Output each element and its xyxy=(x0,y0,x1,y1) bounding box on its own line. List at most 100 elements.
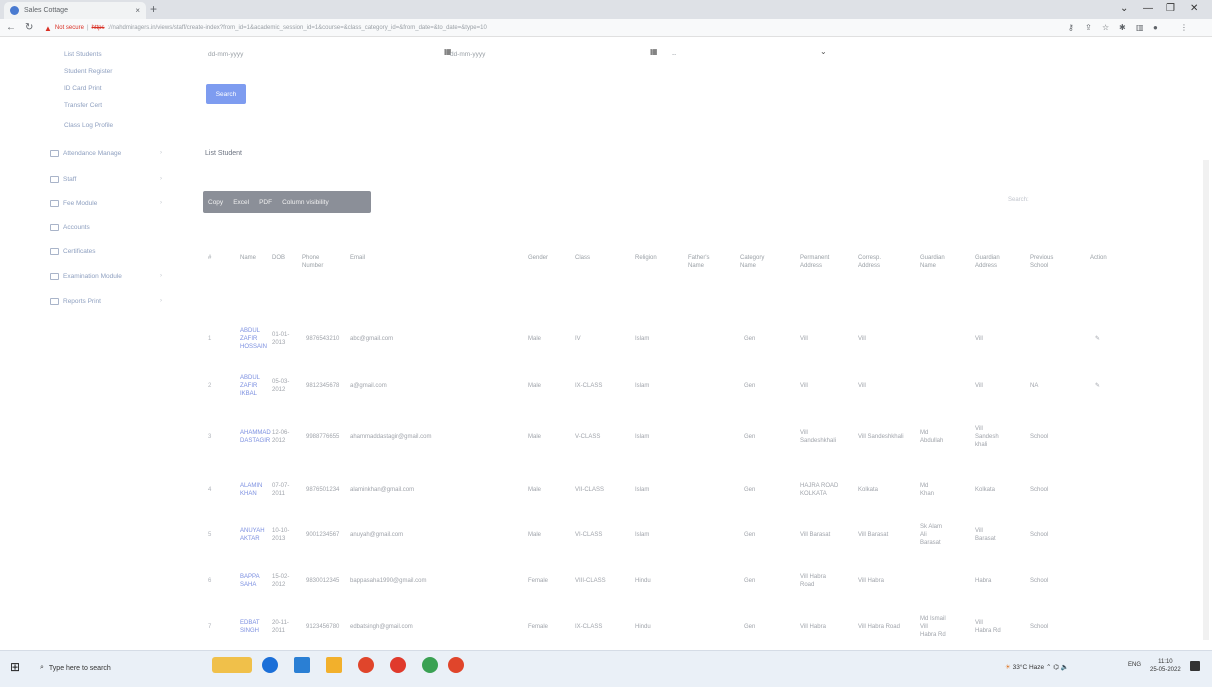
table-cell-gender: Male xyxy=(528,383,542,389)
sidebar-item-staff[interactable]: Staff xyxy=(50,176,76,183)
weather-icon: ☀ xyxy=(1005,664,1011,671)
star-icon[interactable]: ☆ xyxy=(1102,23,1109,32)
column-header[interactable]: Father's Name xyxy=(688,254,716,270)
column-header[interactable]: Guardian Name xyxy=(920,254,960,270)
sidebar-sub-item[interactable]: Student Register xyxy=(64,68,112,75)
excel-button[interactable]: Excel xyxy=(228,199,254,206)
menu-icon[interactable]: ⋮ xyxy=(1180,23,1188,32)
chrome-profile-icon[interactable] xyxy=(448,657,464,673)
window-close-icon[interactable]: ✕ xyxy=(1190,3,1198,14)
folder-icon xyxy=(50,298,59,305)
weather-widget[interactable]: ☀ 33°C Haze ⌃ ⌬ 🔈 xyxy=(1005,663,1069,671)
sidebar-sub-item[interactable]: ID Card Print xyxy=(64,85,102,92)
sidebar-item-accounts[interactable]: Accounts xyxy=(50,224,90,231)
column-header[interactable]: Guardian Address xyxy=(975,254,1015,270)
sidebar-item-label: Staff xyxy=(63,176,77,183)
column-visibility-button[interactable]: Column visibility xyxy=(277,199,334,206)
pdf-button[interactable]: PDF xyxy=(254,199,277,206)
table-cell-corr: Vill xyxy=(858,336,866,342)
weather-text: 33°C Haze xyxy=(1012,664,1045,671)
column-header[interactable]: Phone Number xyxy=(302,254,340,270)
taskbar-search-box[interactable]: ⌕ Type here to search xyxy=(36,655,156,681)
extension-icon[interactable]: ✱ xyxy=(1119,23,1126,32)
table-search-label[interactable]: Search: xyxy=(1008,197,1029,203)
url-field[interactable]: ▲ Not secure | https ://nahdmiragers.in/… xyxy=(44,22,1064,34)
column-header[interactable]: Name xyxy=(240,254,256,262)
column-header[interactable]: Religion xyxy=(635,254,657,262)
language-indicator[interactable]: ENG xyxy=(1128,662,1141,668)
maximize-icon[interactable]: ❐ xyxy=(1166,3,1175,14)
new-tab-icon[interactable]: + xyxy=(150,2,157,16)
column-header[interactable]: Permanent Address xyxy=(800,254,840,270)
chrome-icon[interactable] xyxy=(358,657,374,673)
sidebar-sub-item[interactable]: Class Log Profile xyxy=(64,122,113,129)
table-cell-corr: Vill xyxy=(858,383,866,389)
calendar-icon[interactable]: ▦ xyxy=(650,47,658,56)
edit-icon[interactable]: ✎ xyxy=(1095,382,1100,390)
from-date-input[interactable]: dd-mm-yyyy xyxy=(208,47,243,61)
mail-icon[interactable] xyxy=(294,657,310,673)
chevron-down-icon[interactable]: ⌄ xyxy=(820,47,827,56)
column-header[interactable]: Category Name xyxy=(740,254,770,270)
app-icon[interactable] xyxy=(422,657,438,673)
student-name-link[interactable]: BAPPA SAHA xyxy=(240,573,260,589)
type-select[interactable]: -- xyxy=(672,47,676,61)
clock[interactable]: 11:10 25-05-2022 xyxy=(1150,658,1181,674)
column-header[interactable]: # xyxy=(208,254,211,262)
column-header[interactable]: Previous School xyxy=(1030,254,1070,270)
close-icon[interactable]: × xyxy=(135,6,140,15)
table-cell-gender: Female xyxy=(528,624,549,630)
to-date-input[interactable]: dd-mm-yyyy xyxy=(450,47,485,61)
table-cell-gender: Male xyxy=(528,532,542,538)
edge-browser-icon[interactable] xyxy=(262,657,278,673)
table-cell-guardian: Md Khan xyxy=(920,483,935,497)
profile-icon[interactable]: ● xyxy=(1153,23,1158,32)
chevron-down-icon[interactable]: ⌄ xyxy=(1120,3,1128,14)
search-button[interactable]: Search xyxy=(206,84,246,104)
windows-start-icon[interactable]: ⊞ xyxy=(10,660,20,674)
chevron-down-icon: › xyxy=(160,298,162,304)
column-header[interactable]: Corresp. Address xyxy=(858,254,898,270)
network-icon[interactable]: ⌬ xyxy=(1053,664,1059,671)
student-name-link[interactable]: ABDUL ZAFIR IKBAL xyxy=(240,374,260,398)
sidebar-sub-item[interactable]: Transfer Cert xyxy=(64,102,102,109)
edit-icon[interactable]: ✎ xyxy=(1095,335,1100,343)
url-scheme: https xyxy=(91,25,105,31)
sidebar-item-reports[interactable]: Reports Print xyxy=(50,298,101,305)
column-header[interactable]: Action xyxy=(1090,254,1112,262)
column-header[interactable]: Gender xyxy=(528,254,548,262)
column-header[interactable]: DOB xyxy=(272,254,285,262)
table-cell-email: abc@gmail.com xyxy=(350,336,394,342)
share-icon[interactable]: ⇪ xyxy=(1085,23,1092,32)
sidebar-item-attendance[interactable]: Attendance Manage xyxy=(50,150,121,157)
student-name-link[interactable]: ABDUL ZAFIR HOSSAIN xyxy=(240,327,267,351)
volume-icon[interactable]: 🔈 xyxy=(1061,664,1069,671)
opera-icon[interactable] xyxy=(390,657,406,673)
sidebar-item-fee[interactable]: Fee Module xyxy=(50,200,97,207)
sidebar-item-examination[interactable]: Examination Module xyxy=(50,273,122,280)
student-name-link[interactable]: ALAMIN KHAN xyxy=(240,482,262,498)
table-cell-dob: 10-10- 2013 xyxy=(272,528,290,542)
table-cell-email: alaminkhan@gmail.com xyxy=(350,487,415,493)
back-icon[interactable]: ← xyxy=(6,22,16,33)
notification-icon[interactable] xyxy=(1190,661,1200,671)
scrollbar[interactable] xyxy=(1203,160,1209,640)
key-icon[interactable]: ⚷ xyxy=(1068,23,1074,32)
browser-tab[interactable]: Sales Cottage × xyxy=(4,2,146,19)
column-header[interactable]: Class xyxy=(575,254,590,262)
student-name-link[interactable]: AHAMMAD DASTAGIR xyxy=(240,429,271,445)
news-widget-icon[interactable] xyxy=(212,657,252,673)
student-name-link[interactable]: EDBAT SINGH xyxy=(240,619,260,635)
table-cell-perm: Vill xyxy=(800,336,808,342)
table-cell-dob: 01-01- 2013 xyxy=(272,332,290,346)
minimize-icon[interactable]: — xyxy=(1143,3,1153,14)
sidebar-item-certificates[interactable]: Certificates xyxy=(50,248,96,255)
column-header[interactable]: Email xyxy=(350,254,365,262)
tray-arrow-icon[interactable]: ⌃ xyxy=(1046,664,1051,671)
reload-icon[interactable]: ↻ xyxy=(25,22,33,33)
sidebar-sub-item[interactable]: List Students xyxy=(64,51,102,58)
copy-button[interactable]: Copy xyxy=(203,199,228,206)
sidebar-icon[interactable]: ▥ xyxy=(1136,23,1144,32)
student-name-link[interactable]: ANUYAH AKTAR xyxy=(240,527,265,543)
file-explorer-icon[interactable] xyxy=(326,657,342,673)
